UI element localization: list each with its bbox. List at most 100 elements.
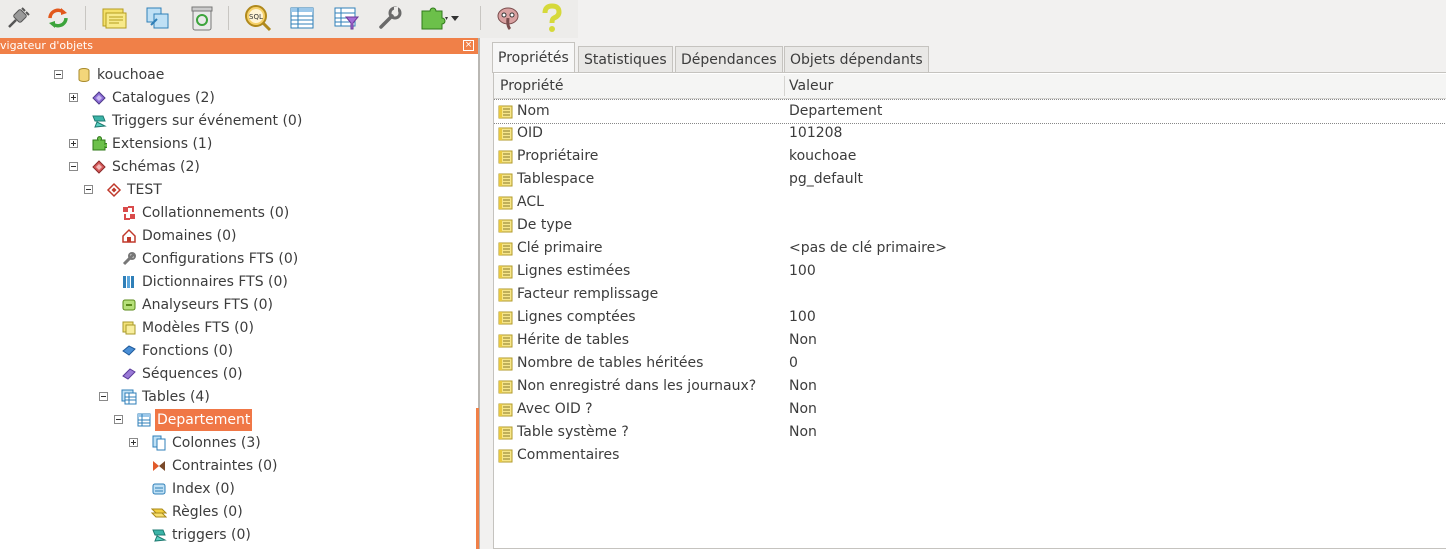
property-icon — [498, 287, 513, 302]
rule-icon — [151, 508, 167, 518]
property-row[interactable]: Lignes comptées 100 — [494, 306, 1446, 329]
property-icon — [498, 310, 513, 325]
property-value: Non — [789, 378, 817, 394]
property-row[interactable]: Nom Departement — [494, 99, 1446, 124]
property-row[interactable]: ACL — [494, 191, 1446, 214]
properties-header: Propriété Valeur — [494, 74, 1446, 99]
sql-query-icon[interactable]: SQL — [242, 3, 274, 33]
plugin-puzzle-icon[interactable] — [418, 3, 450, 33]
details-panel: Propriétés Statistiques Dépendances Obje… — [480, 38, 1446, 549]
property-name: De type — [517, 217, 573, 233]
property-icon — [498, 172, 513, 187]
collapse-toggle[interactable] — [54, 70, 63, 79]
expand-toggle[interactable] — [69, 93, 78, 102]
property-row[interactable]: Propriétaire kouchoae — [494, 145, 1446, 168]
property-row[interactable]: Clé primaire <pas de clé primaire> — [494, 237, 1446, 260]
property-row[interactable]: Table système ? Non — [494, 421, 1446, 444]
collapse-toggle[interactable] — [99, 392, 108, 401]
object-browser-titlebar: vigateur d'objets × — [0, 38, 478, 54]
toolbar-separator — [480, 6, 481, 30]
column-header-property[interactable]: Propriété — [500, 74, 563, 98]
property-name: Nom — [517, 103, 550, 119]
property-name: Facteur remplissage — [517, 286, 659, 302]
properties-list: Propriété Valeur Nom Departement OID 101208… — [493, 72, 1446, 549]
property-icon — [498, 448, 513, 463]
connect-plug-icon[interactable] — [2, 3, 34, 33]
constraint-icon — [153, 461, 165, 471]
tab-dependents[interactable]: Objets dépendants — [784, 46, 929, 72]
open-folder-icon[interactable] — [98, 3, 130, 33]
view-data-icon[interactable] — [286, 3, 318, 33]
collapse-toggle[interactable] — [84, 185, 93, 194]
property-icon — [498, 356, 513, 371]
property-icon — [498, 126, 513, 141]
main-toolbar: SQL — [0, 0, 578, 39]
property-name: Clé primaire — [517, 240, 603, 256]
collapse-toggle[interactable] — [114, 415, 123, 424]
fts-template-icon — [122, 321, 136, 335]
splitter-highlight[interactable] — [476, 408, 479, 549]
property-value: <pas de clé primaire> — [789, 240, 947, 256]
column-header-value[interactable]: Valeur — [789, 74, 833, 98]
property-icon — [498, 379, 513, 394]
property-name: ACL — [517, 194, 544, 210]
property-row[interactable]: Non enregistré dans les journaux? Non — [494, 375, 1446, 398]
collation-icon — [123, 206, 135, 220]
close-icon[interactable]: × — [463, 40, 474, 51]
expand-toggle[interactable] — [69, 139, 78, 148]
index-icon — [152, 483, 166, 495]
property-row[interactable]: Hérite de tables Non — [494, 329, 1446, 352]
property-value: kouchoae — [789, 148, 857, 164]
object-browser-panel: vigateur d'objets × ...... kouchoae Cata… — [0, 38, 480, 549]
database-icon — [78, 68, 90, 82]
property-name: Commentaires — [517, 447, 620, 463]
property-row[interactable]: Avec OID ? Non — [494, 398, 1446, 421]
elephant-hint-icon[interactable] — [492, 3, 524, 33]
property-icon — [498, 425, 513, 440]
chevron-down-icon[interactable] — [448, 3, 462, 33]
property-value: 100 — [789, 309, 816, 325]
fts-configuration-icon — [122, 252, 136, 266]
function-icon — [122, 345, 136, 356]
property-icon — [498, 333, 513, 348]
property-row[interactable]: Nombre de tables héritées 0 — [494, 352, 1446, 375]
property-name: Hérite de tables — [517, 332, 630, 348]
recycle-bin-icon[interactable] — [186, 3, 218, 33]
tab-properties[interactable]: Propriétés — [492, 42, 575, 73]
property-icon — [498, 218, 513, 233]
extension-icon — [92, 136, 107, 151]
toolbar-separator — [85, 6, 86, 30]
schemas-icon — [92, 160, 106, 174]
property-name: OID — [517, 125, 543, 141]
property-row[interactable]: Facteur remplissage — [494, 283, 1446, 306]
property-name: Propriétaire — [517, 148, 599, 164]
help-icon[interactable] — [536, 3, 568, 33]
property-name: Non enregistré dans les journaux? — [517, 378, 757, 394]
tab-statistics[interactable]: Statistiques — [578, 46, 673, 72]
fts-parser-icon — [122, 299, 136, 311]
collapse-toggle[interactable] — [69, 162, 78, 171]
filtered-data-icon[interactable] — [330, 3, 362, 33]
property-name: Nombre de tables héritées — [517, 355, 704, 371]
property-icon — [498, 241, 513, 256]
table-icon — [137, 413, 151, 427]
property-row[interactable]: Tablespace pg_default — [494, 168, 1446, 191]
property-icon — [498, 104, 513, 119]
property-row[interactable]: Commentaires — [494, 444, 1446, 467]
toolbar-separator — [228, 6, 229, 30]
tab-dependencies[interactable]: Dépendances — [675, 46, 783, 72]
copy-icon[interactable] — [142, 3, 174, 33]
property-row[interactable]: OID 101208 — [494, 122, 1446, 145]
expand-toggle[interactable] — [129, 438, 138, 447]
maintenance-wrench-icon[interactable] — [374, 3, 406, 33]
property-name: Table système ? — [517, 424, 629, 440]
property-value: 0 — [789, 355, 798, 371]
property-row[interactable]: De type — [494, 214, 1446, 237]
property-name: Tablespace — [517, 171, 595, 187]
catalog-icon — [92, 91, 106, 105]
schema-icon — [106, 182, 122, 198]
refresh-icon[interactable] — [42, 3, 74, 33]
domain-icon — [122, 228, 136, 243]
property-row[interactable]: Lignes estimées 100 — [494, 260, 1446, 283]
sequence-icon — [122, 368, 136, 380]
